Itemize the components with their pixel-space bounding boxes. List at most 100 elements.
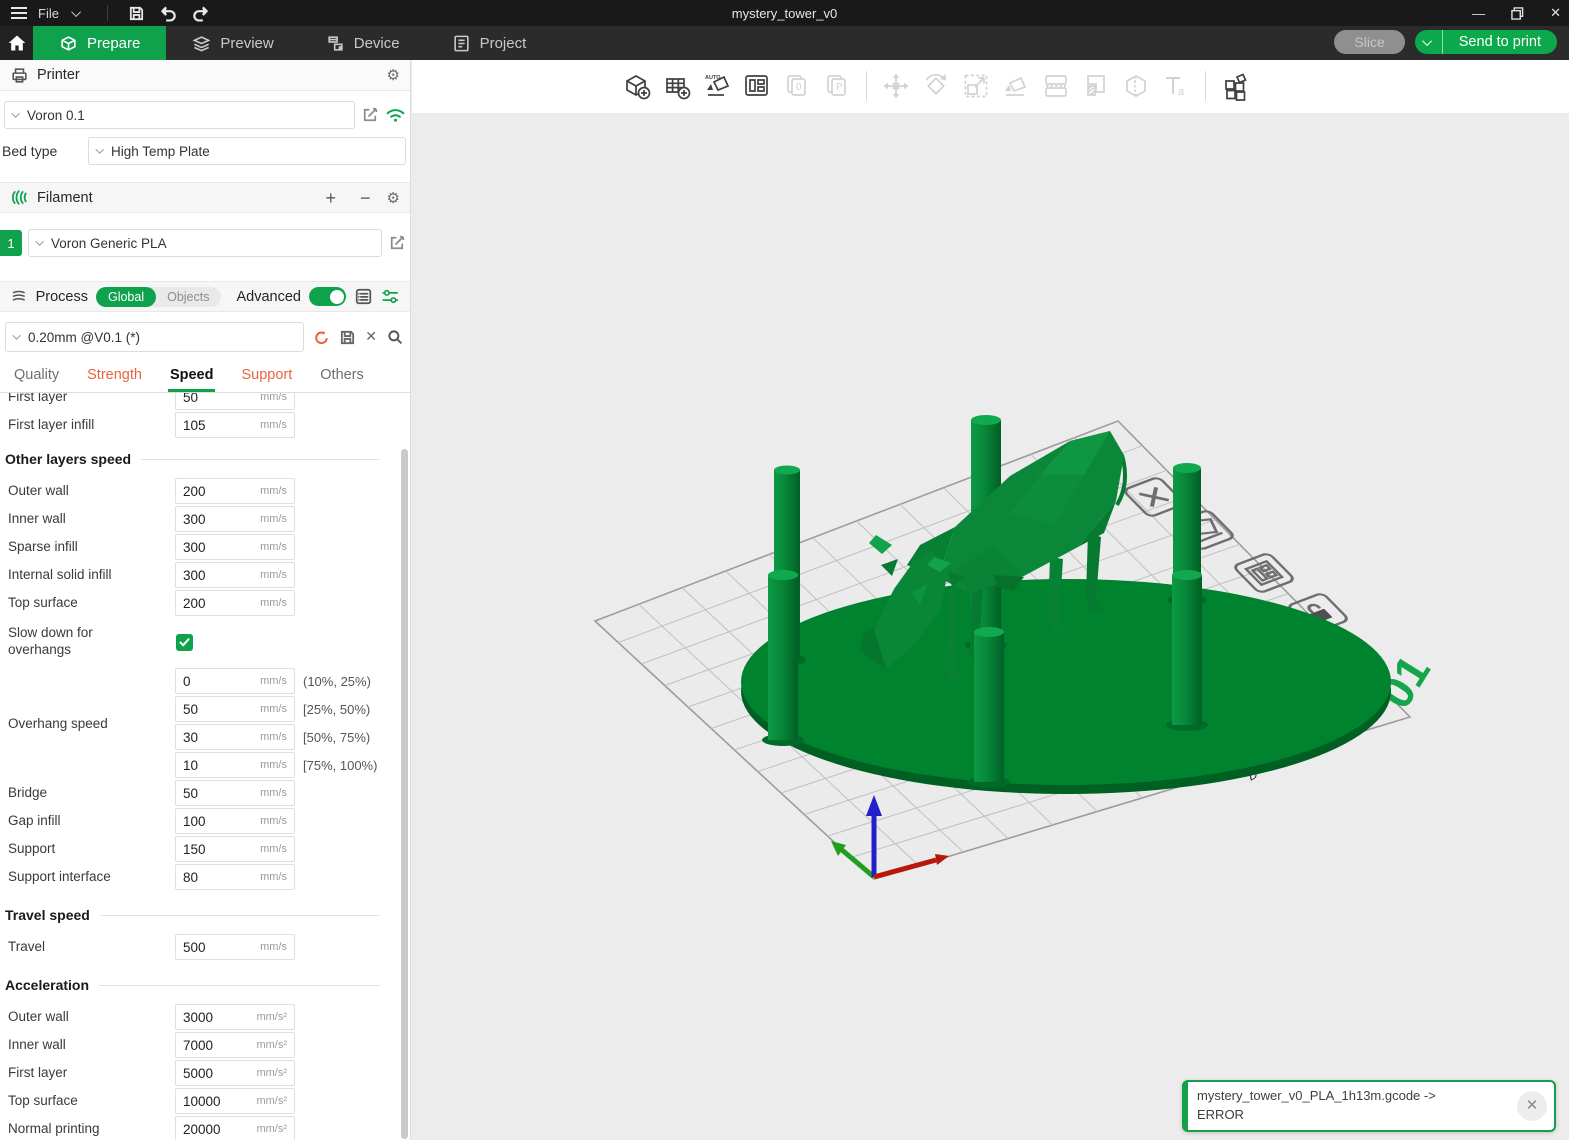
copy-button[interactable]: 0 [777,63,817,109]
edit-printer-button[interactable] [361,106,379,124]
scope-global[interactable]: Global [96,287,156,307]
save-button[interactable] [124,2,150,24]
filament-settings-gear-icon[interactable]: ⚙ [387,189,400,207]
slow-down-overhangs-checkbox[interactable] [176,634,193,651]
gap-infill-speed-input[interactable]: 100mm/s [175,808,295,834]
tab-strength[interactable]: Strength [73,361,156,392]
tab-quality[interactable]: Quality [0,361,73,392]
viewport-3d[interactable]: VORON D E S I G N 01 [412,113,1569,1140]
model-disc[interactable] [741,579,1391,794]
first-layer-infill-speed-input[interactable]: 105mm/s [175,412,295,438]
setting-value: 7000 [183,1038,256,1053]
travel-speed-input[interactable]: 500mm/s [175,934,295,960]
minimize-button[interactable]: — [1472,6,1485,21]
maximize-button[interactable] [1511,7,1524,20]
scale-button[interactable] [956,63,996,109]
close-button[interactable]: ✕ [1550,5,1561,21]
arrange-button[interactable] [737,63,777,109]
lay-on-face-button[interactable] [996,63,1036,109]
accel-inner-wall-input[interactable]: 7000mm/s² [175,1032,295,1058]
overhang-speed-input-3[interactable]: 30mm/s [175,724,295,750]
tab-preview[interactable]: Preview [166,26,299,60]
advanced-toggle[interactable] [309,287,346,306]
accel-first-layer-input[interactable]: 5000mm/s² [175,1060,295,1086]
setting-unit: mm/s [260,513,287,525]
support-speed-input[interactable]: 150mm/s [175,836,295,862]
add-text-button[interactable]: a [1156,63,1196,109]
accel-top-surface-input[interactable]: 10000mm/s² [175,1088,295,1114]
send-options-chevron[interactable] [1415,30,1443,54]
printer-connection-button[interactable] [385,106,406,124]
printer-select[interactable]: Voron 0.1 [4,101,355,129]
main-menu-button[interactable] [6,2,32,24]
search-settings-button[interactable] [386,328,404,346]
support-interface-speed-input[interactable]: 80mm/s [175,864,295,890]
tab-speed[interactable]: Speed [156,361,228,392]
settings-scrollbar[interactable] [401,449,408,1139]
setting-value: 105 [183,418,260,433]
printer-settings-gear-icon[interactable]: ⚙ [387,66,400,84]
tab-others[interactable]: Others [306,361,378,392]
sparse-infill-speed-input[interactable]: 300mm/s [175,534,295,560]
chevron-down-icon [11,109,19,117]
device-icon [326,34,345,53]
edit-filament-button[interactable] [388,234,406,252]
accel-normal-printing-input[interactable]: 20000mm/s² [175,1116,295,1140]
tab-prepare[interactable]: Prepare [33,26,166,60]
process-profile-select[interactable]: 0.20mm @V0.1 (*) [5,322,304,352]
redo-button[interactable] [188,2,214,24]
setting-unit: mm/s² [256,1039,287,1051]
scene-canvas[interactable]: VORON D E S I G N 01 [412,113,1569,1140]
overhang-speed-input-1[interactable]: 0mm/s [175,668,295,694]
bridge-speed-input[interactable]: 50mm/s [175,780,295,806]
tab-prepare-label: Prepare [87,35,140,52]
file-menu-chevron[interactable] [65,2,91,24]
save-profile-button[interactable] [339,329,356,346]
process-section-header: Process Global Objects Advanced [0,281,410,312]
split-to-objects-button[interactable] [1036,63,1076,109]
scope-objects[interactable]: Objects [156,287,220,307]
send-to-print-button[interactable]: Send to print [1415,30,1557,54]
filament-select[interactable]: Voron Generic PLA [28,229,382,257]
add-plate-button[interactable] [657,63,697,109]
move-button[interactable] [876,63,916,109]
process-scope-toggle[interactable]: Global Objects [96,287,221,307]
internal-solid-infill-speed-input[interactable]: 300mm/s [175,562,295,588]
delete-profile-button[interactable]: ✕ [365,329,377,345]
remove-filament-button[interactable]: − [352,189,379,207]
overhang-speed-input-4[interactable]: 10mm/s [175,752,295,778]
file-menu[interactable]: File [38,6,59,21]
tab-support[interactable]: Support [227,361,306,392]
undo-button[interactable] [156,2,182,24]
top-surface-speed-input[interactable]: 200mm/s [175,590,295,616]
home-button[interactable] [0,26,33,60]
rotate-button[interactable] [916,63,956,109]
setting-unit: mm/s [260,393,287,403]
tune-params-button[interactable] [381,287,400,306]
paste-button[interactable]: P [817,63,857,109]
tab-project[interactable]: Project [426,26,553,60]
mesh-boolean-button[interactable] [1116,63,1156,109]
first-layer-speed-input[interactable]: 50mm/s [175,393,295,410]
accel-outer-wall-input[interactable]: 3000mm/s² [175,1004,295,1030]
slice-button[interactable]: Slice [1334,30,1404,54]
scale-icon [961,71,991,101]
setting-label: Travel [8,939,175,956]
add-object-button[interactable] [617,63,657,109]
settings-scroll-area[interactable]: First layer 50mm/s First layer infill 10… [0,393,410,1140]
move-icon [881,71,911,101]
inner-wall-speed-input[interactable]: 300mm/s [175,506,295,532]
split-to-parts-button[interactable] [1076,63,1116,109]
parameter-list-button[interactable] [354,287,373,306]
filament-slot-badge[interactable]: 1 [0,230,22,256]
bed-type-select[interactable]: High Temp Plate [88,137,406,165]
outer-wall-speed-input[interactable]: 200mm/s [175,478,295,504]
overhang-speed-input-2[interactable]: 50mm/s [175,696,295,722]
reset-profile-button[interactable] [313,329,330,346]
assembly-view-button[interactable] [1215,63,1255,109]
add-filament-button[interactable]: + [318,189,345,207]
auto-orient-button[interactable]: AUTO [697,63,737,109]
chevron-down-icon [1422,36,1432,46]
toast-close-button[interactable]: ✕ [1517,1091,1547,1121]
tab-device[interactable]: Device [300,26,426,60]
